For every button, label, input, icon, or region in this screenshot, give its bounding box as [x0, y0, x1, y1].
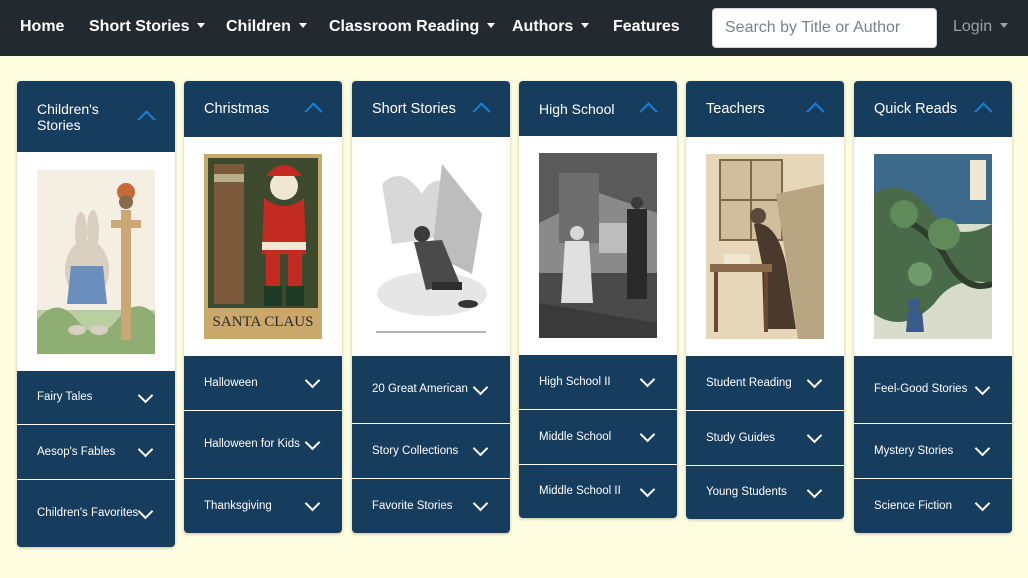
nav-home-link[interactable]: Home: [20, 17, 64, 37]
category-column-short-stories: Short Stories 20 Great American Story Co…: [352, 81, 510, 533]
subcategory-label: Fairy Tales: [37, 391, 93, 403]
category-title: High School: [539, 100, 615, 117]
nav-short-stories-dropdown[interactable]: Short Stories: [89, 17, 206, 37]
subcategory-science-fiction[interactable]: Science Fiction: [854, 478, 1012, 533]
caret-down-icon: [1000, 23, 1009, 28]
chevron-up-icon[interactable]: [806, 102, 825, 121]
subcategory-label: Aesop's Fables: [37, 445, 116, 458]
subcategory-middle-school[interactable]: Middle School: [519, 409, 677, 464]
nav-children-dropdown[interactable]: Children: [226, 17, 307, 37]
subcategory-label: Halloween: [204, 376, 258, 389]
subcategory-label: Student Reading: [706, 376, 792, 389]
category-column-quick-reads: Quick Reads Feel-Good Stories Mystery St…: [854, 81, 1012, 533]
chevron-up-icon[interactable]: [639, 102, 658, 121]
subcategory-label: Mystery Stories: [874, 444, 954, 457]
nav-children-label: Children: [226, 18, 291, 35]
category-image-panel: [352, 137, 510, 355]
caret-down-icon: [487, 23, 496, 28]
chevron-up-icon[interactable]: [974, 102, 993, 121]
category-image-panel: SANTA CLAUS: [184, 137, 342, 355]
category-title: Christmas: [204, 101, 270, 117]
category-column-christmas: Christmas SANTA CLAUS Halloween Hallowee…: [184, 81, 342, 533]
japanese-woodblock-illustration[interactable]: [874, 154, 992, 339]
subcategory-label: Science Fiction: [874, 499, 952, 512]
subcategory-high-school-ii[interactable]: High School II: [519, 354, 677, 409]
category-image-panel: [519, 136, 677, 354]
subcategory-story-collections[interactable]: Story Collections: [352, 423, 510, 478]
subcategory-young-students[interactable]: Young Students: [686, 465, 844, 519]
nav-authors-dropdown[interactable]: Authors: [512, 17, 590, 37]
category-column-teachers: Teachers Student Reading Study Guides Yo…: [686, 81, 844, 519]
chevron-up-icon[interactable]: [472, 102, 491, 121]
subcategory-label: 20 Great American: [372, 383, 468, 395]
subcategory-20-great-american[interactable]: 20 Great American: [352, 355, 510, 423]
subcategory-label: Children's Favorites: [37, 507, 139, 519]
snow-scene-illustration[interactable]: [372, 154, 490, 339]
subcategory-thanksgiving[interactable]: Thanksgiving: [184, 478, 342, 533]
category-column-high-school: High School High School II Middle School: [519, 81, 677, 518]
category-column-childrens-stories: Children's Stories Fairy Tales Aesop's F…: [17, 81, 175, 547]
subcategory-label: High School II: [539, 375, 611, 388]
subcategory-halloween-for-kids[interactable]: Halloween for Kids: [184, 410, 342, 478]
category-header-high-school[interactable]: High School: [519, 81, 677, 136]
category-title: Children's Stories: [37, 100, 99, 133]
category-header-quick-reads[interactable]: Quick Reads: [854, 81, 1012, 137]
nav-classroom-reading-dropdown[interactable]: Classroom Reading: [329, 17, 496, 37]
subcategory-fairy-tales[interactable]: Fairy Tales: [17, 370, 175, 424]
chevron-up-icon[interactable]: [137, 110, 156, 129]
search-input[interactable]: [712, 8, 937, 48]
subcategory-aesops-fables[interactable]: Aesop's Fables: [17, 424, 175, 479]
subcategory-label: Story Collections: [372, 444, 459, 457]
santa-claus-illustration[interactable]: SANTA CLAUS: [204, 154, 322, 339]
category-image-panel: [686, 137, 844, 355]
subcategory-label: Feel-Good Stories: [874, 383, 968, 395]
subcategory-study-guides[interactable]: Study Guides: [686, 410, 844, 465]
chevron-up-icon[interactable]: [304, 102, 323, 121]
teacher-at-desk-illustration[interactable]: [706, 154, 824, 339]
nav-short-stories-label: Short Stories: [89, 18, 190, 35]
category-header-teachers[interactable]: Teachers: [686, 81, 844, 137]
subcategory-label: Study Guides: [706, 431, 776, 444]
login-dropdown[interactable]: Login: [953, 17, 1009, 37]
subcategory-student-reading[interactable]: Student Reading: [686, 355, 844, 410]
category-image-panel: [854, 137, 1012, 355]
santa-claus-caption: SANTA CLAUS: [212, 314, 314, 330]
category-header-short-stories[interactable]: Short Stories: [352, 81, 510, 137]
subcategory-feel-good-stories[interactable]: Feel-Good Stories: [854, 355, 1012, 423]
subcategory-label: Middle School II: [539, 485, 621, 497]
subcategory-label: Thanksgiving: [204, 499, 272, 512]
subcategory-mystery-stories[interactable]: Mystery Stories: [854, 423, 1012, 478]
subcategory-label: Middle School: [539, 430, 612, 443]
category-image-panel: [17, 152, 175, 370]
subcategory-label: Halloween for Kids: [204, 438, 300, 450]
caret-down-icon: [298, 23, 307, 28]
nav-features-link[interactable]: Features: [613, 17, 680, 37]
subcategory-halloween[interactable]: Halloween: [184, 355, 342, 410]
login-label: Login: [953, 18, 993, 35]
subcategory-label: Favorite Stories: [372, 499, 453, 512]
category-header-childrens-stories[interactable]: Children's Stories: [17, 81, 175, 152]
caret-down-icon: [581, 23, 590, 28]
top-navbar: Home Short Stories Children Classroom Re…: [0, 0, 1028, 56]
category-title: Short Stories: [372, 101, 456, 117]
school-yard-illustration[interactable]: [539, 153, 657, 338]
nav-authors-label: Authors: [512, 18, 574, 35]
subcategory-label: Young Students: [706, 486, 787, 498]
category-title: Teachers: [706, 101, 765, 117]
subcategory-favorite-stories[interactable]: Favorite Stories: [352, 478, 510, 533]
category-header-christmas[interactable]: Christmas: [184, 81, 342, 137]
caret-down-icon: [197, 23, 206, 28]
nav-classroom-reading-label: Classroom Reading: [329, 18, 480, 35]
category-title: Quick Reads: [874, 101, 958, 117]
subcategory-middle-school-ii[interactable]: Middle School II: [519, 464, 677, 518]
subcategory-childrens-favorites[interactable]: Children's Favorites: [17, 479, 175, 547]
peter-rabbit-illustration[interactable]: [37, 170, 155, 354]
